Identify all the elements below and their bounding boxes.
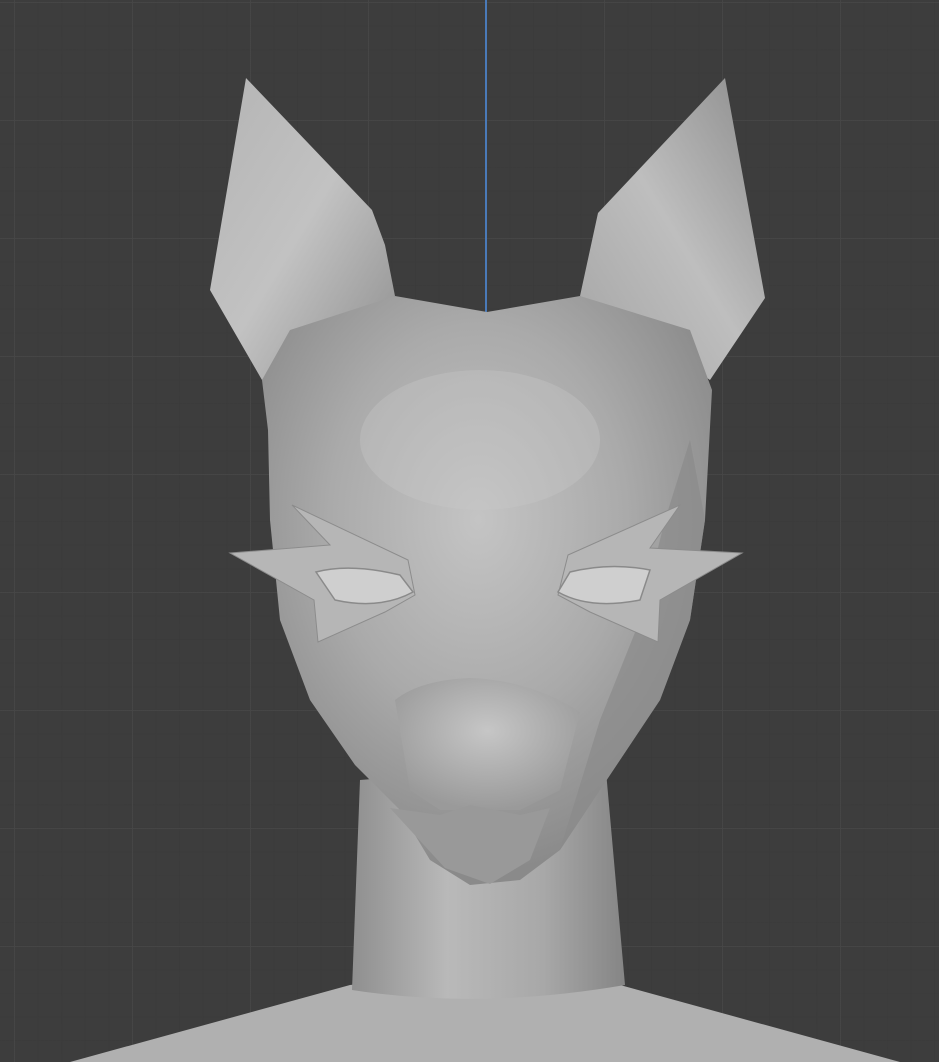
sculpt-model[interactable]: [0, 0, 939, 1062]
3d-viewport[interactable]: [0, 0, 939, 1062]
muzzle: [395, 678, 580, 810]
forehead-highlight: [360, 370, 600, 510]
right-eye: [556, 565, 651, 605]
